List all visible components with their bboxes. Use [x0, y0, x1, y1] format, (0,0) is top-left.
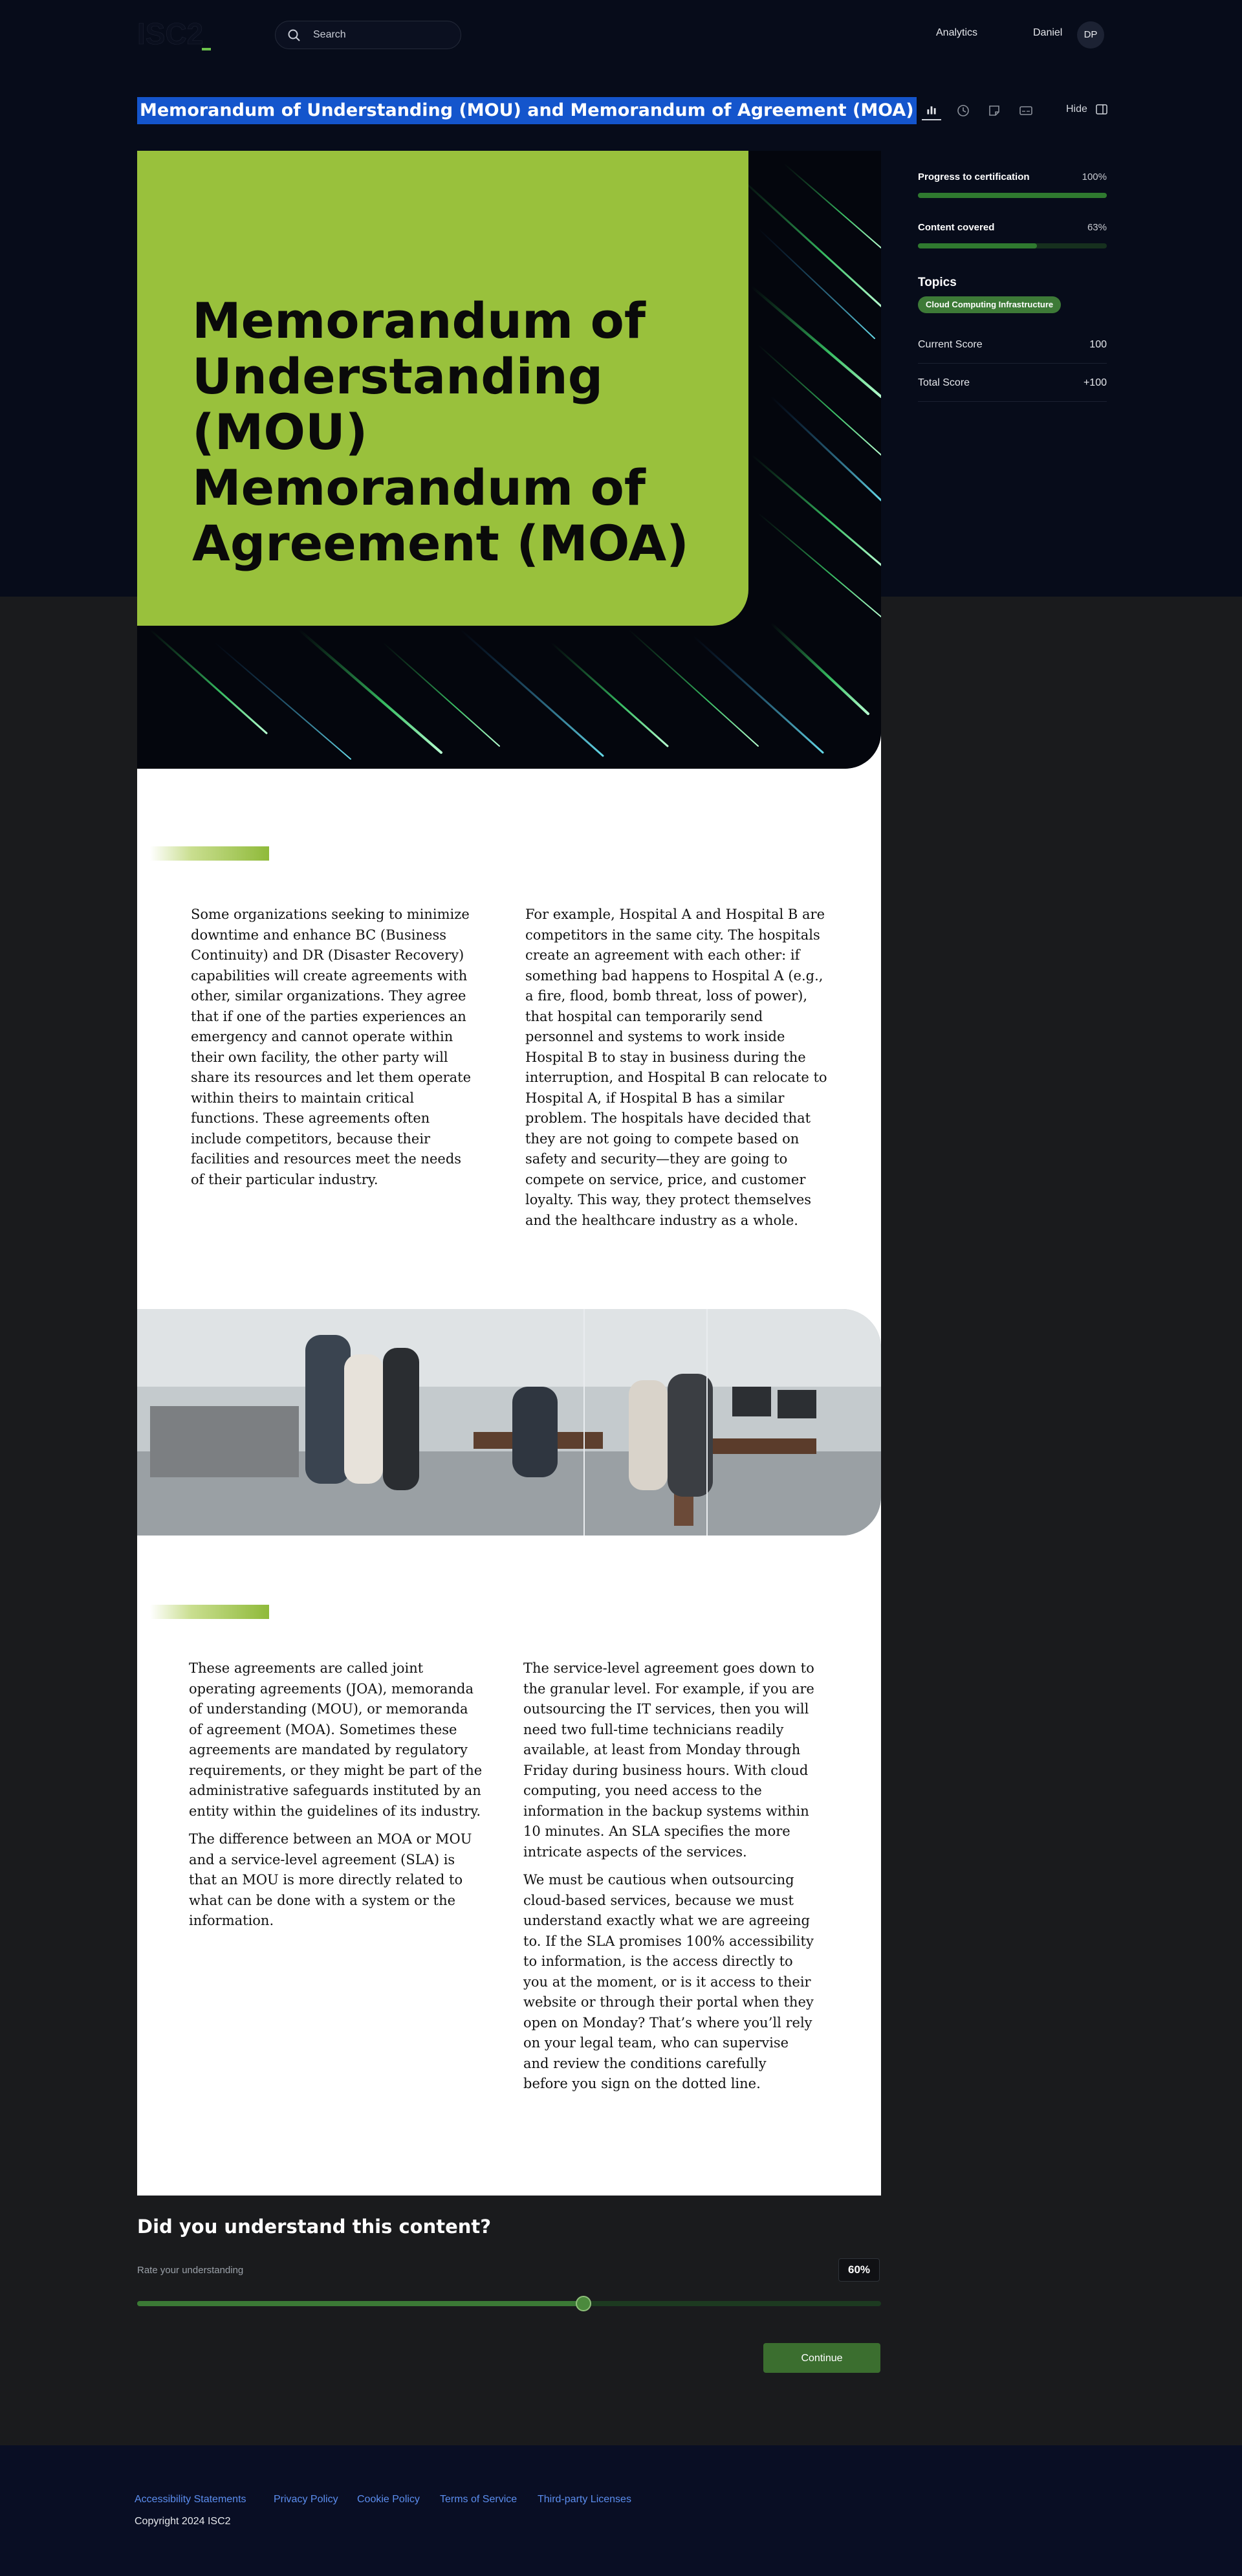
hide-panel-button[interactable]: Hide	[1066, 104, 1087, 115]
footer-link-accessibility[interactable]: Accessibility Statements	[135, 2494, 246, 2505]
section-accent-bar	[150, 846, 269, 861]
topic-chip[interactable]: Cloud Computing Infrastructure	[918, 296, 1062, 313]
footer-link-terms[interactable]: Terms of Service	[440, 2494, 517, 2505]
office-photo-illustration	[137, 1309, 881, 1536]
understanding-heading: Did you understand this content?	[137, 2216, 492, 2238]
section1-left-column: Some organizations seeking to minimize d…	[191, 905, 474, 1198]
page-title: Memorandum of Understanding (MOU) and Me…	[137, 97, 917, 124]
understanding-subheading: Rate your understanding	[137, 2265, 244, 2276]
search-icon	[288, 29, 300, 41]
certification-progress-fill	[918, 193, 1107, 198]
section1-right-paragraph: For example, Hospital A and Hospital B a…	[525, 907, 827, 1228]
note-icon[interactable]	[985, 101, 1004, 120]
content-progress-bar	[918, 243, 1107, 248]
section2-right-paragraph-1: The service-level agreement goes down to…	[523, 1660, 814, 1860]
history-icon[interactable]	[953, 101, 973, 120]
topics-heading: Topics	[918, 276, 957, 289]
total-score-value: +100	[1083, 377, 1107, 388]
stats-icon[interactable]	[922, 101, 941, 120]
lesson-content-card: Memorandum of Understanding (MOU) Memora…	[137, 151, 881, 2196]
certification-value: 100%	[1082, 171, 1107, 182]
section1-left-paragraph: Some organizations seeking to minimize d…	[191, 907, 472, 1187]
certification-label: Progress to certification	[918, 171, 1030, 182]
captions-icon[interactable]	[1016, 101, 1036, 120]
continue-button[interactable]: Continue	[763, 2343, 880, 2373]
total-score-label: Total Score	[918, 377, 970, 388]
app-header: ISC2 Search Analytics Daniel DP	[0, 0, 1242, 67]
section2-left-paragraph-1: These agreements are called joint operat…	[189, 1660, 483, 1819]
panel-toggle-icon[interactable]	[1095, 103, 1108, 116]
understanding-value-display: 60%	[838, 2258, 880, 2282]
section2-left-column: These agreements are called joint operat…	[189, 1658, 483, 1939]
office-team-photo	[137, 1309, 881, 1536]
current-score-value: 100	[1089, 339, 1107, 350]
current-score-label: Current Score	[918, 339, 983, 350]
content-label: Content covered	[918, 222, 995, 233]
current-score-row: Current Score 100	[918, 331, 1107, 364]
section1-right-column: For example, Hospital A and Hospital B a…	[525, 905, 834, 1238]
section2-right-column: The service-level agreement goes down to…	[523, 1658, 814, 2102]
understanding-slider[interactable]	[137, 2296, 881, 2311]
site-footer	[0, 2445, 1242, 2576]
total-score-row: Total Score +100	[918, 369, 1107, 402]
section2-left-paragraph-2: The difference between an MOA or MOU and…	[189, 1831, 472, 1928]
understanding-slider-handle[interactable]	[576, 2296, 591, 2311]
user-name[interactable]: Daniel	[1033, 27, 1062, 39]
certification-progress-bar	[918, 193, 1107, 198]
content-value: 63%	[1087, 222, 1107, 233]
footer-link-third-party[interactable]: Third-party Licenses	[538, 2494, 631, 2505]
understanding-slider-fill	[137, 2301, 583, 2306]
footer-link-cookie[interactable]: Cookie Policy	[357, 2494, 420, 2505]
hero-banner: Memorandum of Understanding (MOU) Memora…	[137, 151, 881, 769]
content-progress-fill	[918, 243, 1037, 248]
isc2-logo[interactable]: ISC2	[137, 14, 215, 53]
search-placeholder: Search	[313, 29, 346, 40]
hero-title: Memorandum of Understanding (MOU) Memora…	[192, 292, 689, 572]
copyright-text: Copyright 2024 ISC2	[135, 2516, 231, 2527]
search-input[interactable]: Search	[275, 21, 461, 49]
footer-link-privacy[interactable]: Privacy Policy	[274, 2494, 338, 2505]
hero-title-panel: Memorandum of Understanding (MOU) Memora…	[137, 151, 748, 626]
svg-text:ISC2: ISC2	[137, 17, 203, 50]
avatar[interactable]: DP	[1077, 21, 1104, 49]
section-accent-bar	[150, 1605, 269, 1619]
section2-right-paragraph-2: We must be cautious when outsourcing clo…	[523, 1872, 814, 2091]
nav-analytics-link[interactable]: Analytics	[936, 27, 977, 39]
